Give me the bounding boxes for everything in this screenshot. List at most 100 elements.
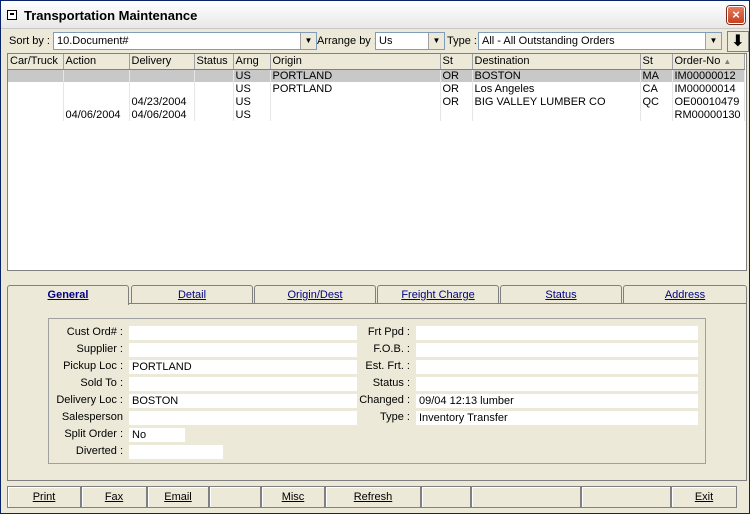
close-button[interactable]: × [727, 6, 745, 24]
button-bar: Print Fax Email Misc Refresh Exit [7, 486, 747, 510]
cell-order-no: IM00000012 [672, 69, 745, 82]
cell-origin-state: OR [440, 69, 473, 82]
delivery-loc-label: Delivery Loc : [56, 394, 123, 406]
changed-label: Changed : [359, 394, 410, 406]
cell-status [194, 108, 234, 121]
chevron-down-icon[interactable]: ▼ [428, 33, 444, 49]
cell-origin-state: OR [440, 82, 473, 95]
blank-button-3[interactable] [471, 486, 581, 508]
arrange-by-dropdown[interactable]: Us ▼ [375, 32, 445, 50]
refresh-button[interactable]: Refresh [325, 486, 421, 508]
column-header-destination[interactable]: Destination [472, 54, 641, 70]
cell-destination [472, 108, 641, 121]
misc-button[interactable]: Misc [261, 486, 325, 508]
type-field[interactable]: Inventory Transfer [416, 411, 698, 425]
tab-freight-charge[interactable]: Freight Charge [377, 285, 499, 304]
column-header-origin-state[interactable]: St [440, 54, 473, 70]
chevron-down-icon[interactable]: ▼ [705, 33, 721, 49]
window-title: Transportation Maintenance [24, 8, 198, 23]
column-header-origin[interactable]: Origin [270, 54, 441, 70]
cell-origin-state: OR [440, 95, 473, 108]
pickup-loc-label: Pickup Loc : [63, 360, 123, 372]
column-header-order-no[interactable]: Order-No ▲ [672, 54, 745, 70]
blank-button-1[interactable] [209, 486, 261, 508]
tab-detail[interactable]: Detail [131, 285, 253, 304]
supplier-field[interactable] [129, 343, 357, 357]
type-label: Type : [447, 35, 477, 47]
cell-car-truck [8, 82, 64, 95]
cell-order-no: RM00000130 [672, 108, 745, 121]
diverted-field[interactable] [129, 445, 223, 459]
cell-action [63, 82, 130, 95]
supplier-label: Supplier : [76, 343, 123, 355]
split-order-label: Split Order : [64, 428, 123, 440]
table-row[interactable]: 04/06/2004 04/06/2004 US RM00000130 [8, 108, 745, 121]
tab-origin-dest[interactable]: Origin/Dest [254, 285, 376, 304]
frt-ppd-field[interactable] [416, 326, 698, 340]
email-button[interactable]: Email [147, 486, 209, 508]
type-dropdown[interactable]: All - All Outstanding Orders ▼ [478, 32, 722, 50]
status-field[interactable] [416, 377, 698, 391]
sold-to-field[interactable] [129, 377, 357, 391]
table-row[interactable]: US PORTLAND OR BOSTON MA IM00000012 [8, 69, 745, 82]
pickup-loc-field[interactable]: PORTLAND [129, 360, 357, 374]
cell-destination-state: MA [640, 69, 673, 82]
cell-destination-state: QC [640, 95, 673, 108]
tab-address[interactable]: Address [623, 285, 747, 304]
table-row[interactable]: 04/23/2004 US OR BIG VALLEY LUMBER CO QC… [8, 95, 745, 108]
cell-destination: BIG VALLEY LUMBER CO [472, 95, 641, 108]
cell-destination: BOSTON [472, 69, 641, 82]
sort-ascending-icon: ▲ [723, 57, 732, 67]
blank-button-4[interactable] [581, 486, 671, 508]
general-tab-panel: Cust Ord# : Supplier : Pickup Loc : PORT… [7, 303, 747, 481]
cust-ord-label: Cust Ord# : [66, 326, 123, 338]
column-header-action[interactable]: Action [63, 54, 130, 70]
print-button[interactable]: Print [7, 486, 81, 508]
column-header-arng[interactable]: Arng [233, 54, 271, 70]
table-row[interactable]: US PORTLAND OR Los Angeles CA IM00000014 [8, 82, 745, 95]
salesperson-field[interactable] [129, 411, 357, 425]
split-order-field[interactable]: No [129, 428, 185, 442]
diverted-label: Diverted : [75, 445, 123, 457]
type-field-label: Type : [380, 411, 410, 423]
orders-grid[interactable]: Car/Truck Action Delivery Status Arng Or… [7, 53, 747, 271]
sort-by-dropdown[interactable]: 10.Document# ▼ [53, 32, 317, 50]
fax-button[interactable]: Fax [81, 486, 147, 508]
cell-car-truck [8, 108, 64, 121]
cell-arng: US [233, 108, 271, 121]
blank-button-2[interactable] [421, 486, 471, 508]
sort-by-value: 10.Document# [57, 35, 129, 47]
tab-status[interactable]: Status [500, 285, 622, 304]
cell-origin: PORTLAND [270, 82, 441, 95]
salesperson-label: Salesperson [61, 411, 123, 423]
est-frt-label: Est. Frt. : [365, 360, 410, 372]
sort-direction-button[interactable]: ⬇ [727, 31, 749, 52]
est-frt-field[interactable] [416, 360, 698, 374]
cell-origin: PORTLAND [270, 69, 441, 82]
grid-header-row: Car/Truck Action Delivery Status Arng Or… [8, 54, 745, 70]
sold-to-label: Sold To : [80, 377, 123, 389]
delivery-loc-field[interactable]: BOSTON [129, 394, 357, 408]
cell-destination: Los Angeles [472, 82, 641, 95]
column-header-order-no-label: Order-No [674, 55, 721, 68]
exit-button[interactable]: Exit [671, 486, 737, 508]
cell-status [194, 69, 234, 82]
column-header-delivery[interactable]: Delivery [129, 54, 195, 70]
sort-by-label: Sort by : [9, 35, 50, 47]
cell-action [63, 95, 130, 108]
cust-ord-field[interactable] [129, 326, 357, 340]
arrange-by-value: Us [379, 35, 393, 47]
column-header-car-truck[interactable]: Car/Truck [8, 54, 64, 70]
transportation-maintenance-window: Transportation Maintenance × Sort by : 1… [0, 0, 750, 514]
cell-action: 04/06/2004 [63, 108, 130, 121]
tab-general[interactable]: General [7, 285, 129, 305]
column-header-status[interactable]: Status [194, 54, 234, 70]
type-value: All - All Outstanding Orders [482, 35, 615, 47]
cell-delivery [129, 69, 195, 82]
status-label: Status : [372, 377, 410, 389]
changed-field[interactable]: 09/04 12:13 lumber [416, 394, 698, 408]
arrange-by-label: Arrange by : [317, 35, 377, 47]
chevron-down-icon[interactable]: ▼ [300, 33, 316, 49]
column-header-destination-state[interactable]: St [640, 54, 673, 70]
fob-field[interactable] [416, 343, 698, 357]
